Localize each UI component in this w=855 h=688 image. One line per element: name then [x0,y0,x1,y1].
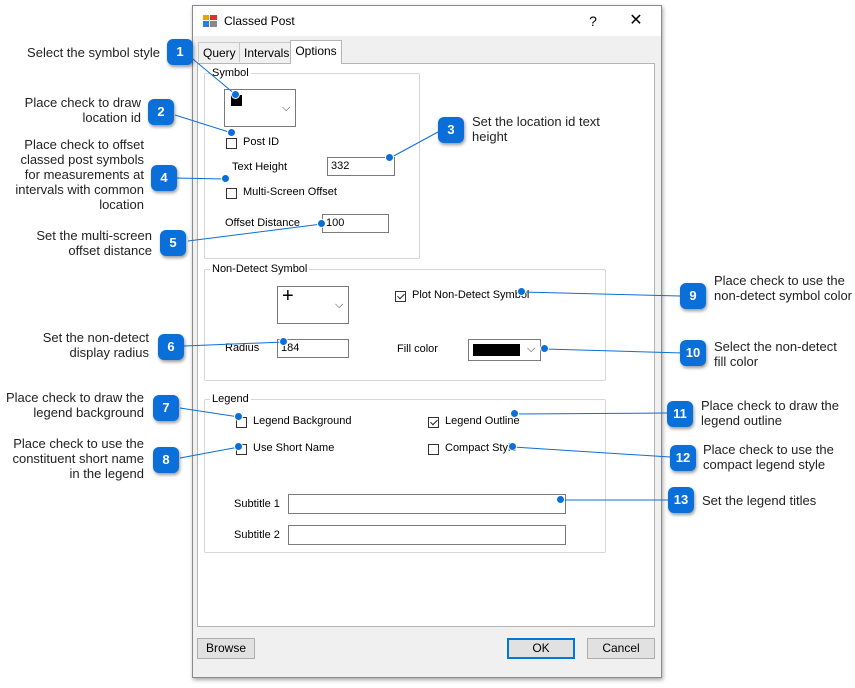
callout-badge-9: 9 [680,283,706,309]
callout-badge-6: 6 [158,334,184,360]
connector-dot [234,412,243,421]
connector-dot [221,174,230,183]
callout-text-13: Set the legend titles [702,493,817,508]
connector-dot [510,409,519,418]
callout-badge-1: 1 [167,39,193,65]
callout-text-1: Select the symbol style [27,45,160,60]
connector-dot [508,442,517,451]
callout-badge-3: 3 [438,117,464,143]
connector-11 [514,412,668,415]
connector-dot [279,337,288,346]
callout-text-4: Place check to offset classed post symbo… [15,137,144,212]
callout-badge-11: 11 [667,401,693,427]
connector-7 [179,407,240,418]
callout-badge-5: 5 [160,230,186,256]
connector-6 [183,341,285,347]
connector-8 [179,446,240,459]
connector-12 [512,446,671,458]
callout-text-7: Place check to draw the legend backgroun… [5,390,144,420]
callout-text-3: Set the location id text height [472,114,600,144]
connector-9 [521,291,681,297]
callout-text-10: Select the non-detect fill color [714,339,837,369]
connector-dot [540,344,549,353]
callout-badge-7: 7 [153,395,179,421]
connector-dot [556,495,565,504]
callout-text-6: Set the non-detect display radius [42,330,149,360]
connector-2 [174,114,233,134]
callout-badge-8: 8 [153,447,179,473]
connector-dot [234,442,243,451]
connector-dot [227,128,236,137]
connector-3 [389,131,439,159]
callout-text-12: Place check to use the compact legend st… [703,442,834,472]
callout-text-11: Place check to draw the legend outline [701,398,840,428]
connector-1 [187,54,237,96]
callout-text-5: Set the multi-screen offset distance [36,228,152,258]
callout-badge-13: 13 [668,487,694,513]
connector-10 [544,348,684,354]
connector-5 [187,223,323,242]
callout-text-9: Place check to use the non-detect symbol… [714,273,853,303]
callout-text-8: Place check to use the constituent short… [12,436,144,481]
connector-dot [317,219,326,228]
connector-4 [175,177,227,180]
callout-badge-4: 4 [151,165,177,191]
connector-dot [231,90,240,99]
connector-dot [385,153,394,162]
callout-text-2: Place check to draw location id [24,95,141,125]
connector-dot [517,287,526,296]
callout-badge-12: 12 [670,445,696,471]
callout-badge-10: 10 [680,340,706,366]
callout-badge-2: 2 [148,99,174,125]
